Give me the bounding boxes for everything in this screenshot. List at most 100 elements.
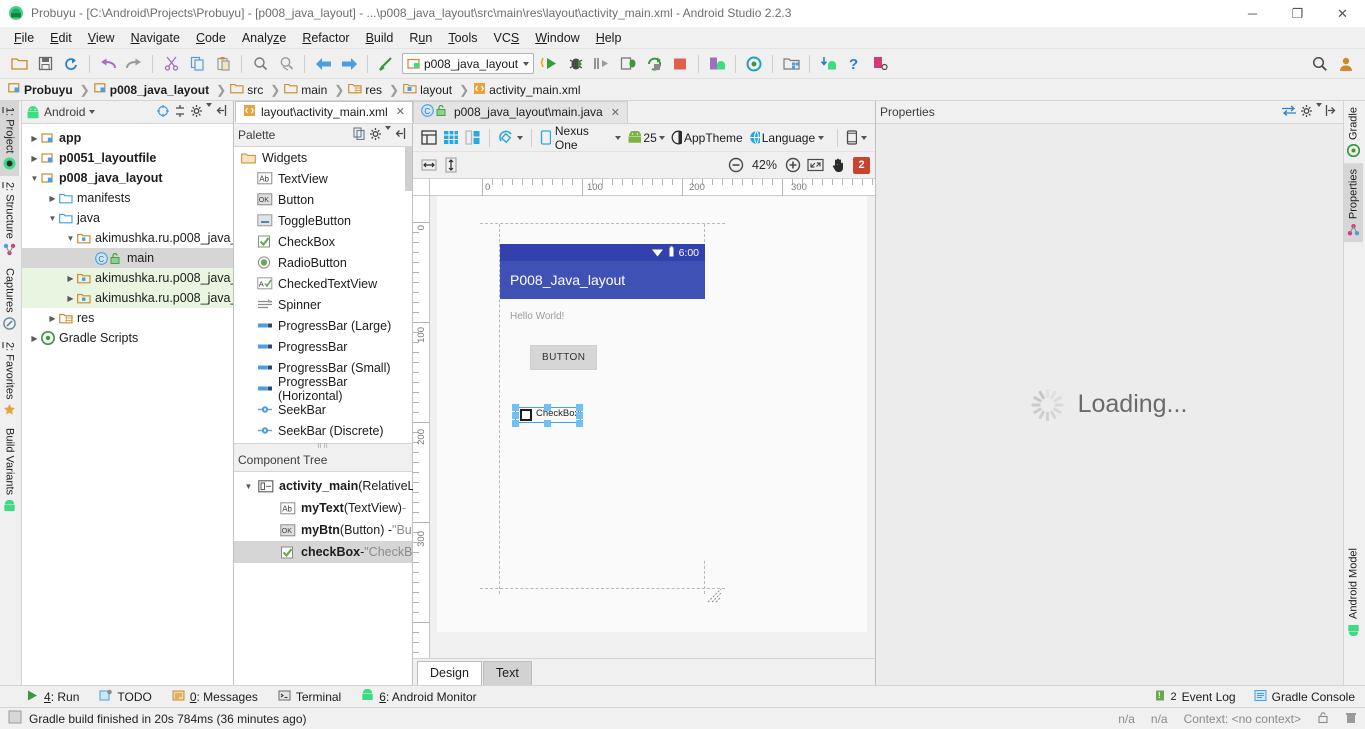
tool-tab-captures[interactable]: Captures: [0, 262, 19, 336]
menu-edit[interactable]: Edit: [42, 29, 80, 47]
chevron-right-icon[interactable]: ▶: [46, 194, 59, 203]
palette-scrollbar[interactable]: [405, 147, 412, 191]
breadcrumb-item-res[interactable]: res: [346, 83, 387, 97]
close-icon[interactable]: ✕: [611, 106, 620, 119]
palette-item-spinner[interactable]: Spinner: [234, 294, 412, 315]
tool-tab-android-model[interactable]: Android Model: [1344, 542, 1363, 642]
project-tree-node[interactable]: ▼ akimushka.ru.p008_java_: [22, 228, 233, 248]
chevron-down-icon[interactable]: [861, 135, 867, 140]
project-tree-node[interactable]: ▶ app: [22, 128, 233, 148]
editor-mode-tab-design[interactable]: Design: [417, 661, 482, 685]
maximize-button[interactable]: ❐: [1275, 0, 1320, 27]
attach-debugger-icon[interactable]: [616, 52, 640, 76]
chevron-right-icon[interactable]: ▶: [64, 274, 77, 283]
palette-group-widgets[interactable]: Widgets: [234, 147, 412, 168]
expand-vertical-icon[interactable]: [441, 155, 461, 175]
trash-icon[interactable]: [1345, 711, 1357, 727]
expand-horizontal-icon[interactable]: [419, 155, 439, 175]
copy-icon[interactable]: [185, 52, 209, 76]
chevron-right-icon[interactable]: ▶: [28, 134, 41, 143]
tool-tab-1--project[interactable]: 1: Project: [0, 101, 19, 177]
project-tree-node[interactable]: ▶ manifests: [22, 188, 233, 208]
menu-run[interactable]: Run: [401, 29, 440, 47]
project-structure-icon[interactable]: [779, 52, 803, 76]
sync-gradle-icon[interactable]: [742, 52, 766, 76]
breadcrumb-item-main[interactable]: main: [282, 83, 332, 97]
find-icon[interactable]: [248, 52, 272, 76]
tool-tab-2--favorites[interactable]: 2: Favorites: [0, 336, 19, 422]
menu-tools[interactable]: Tools: [440, 29, 485, 47]
menu-vcs[interactable]: VCS: [486, 29, 528, 47]
stop-icon[interactable]: [668, 52, 692, 76]
menu-window[interactable]: Window: [527, 29, 587, 47]
palette-item-togglebutton[interactable]: ToggleButton: [234, 210, 412, 231]
both-views-icon[interactable]: [463, 128, 483, 148]
component-tree-row[interactable]: checkBox - "CheckB: [234, 541, 412, 563]
paste-icon[interactable]: [211, 52, 235, 76]
blueprint-view-icon[interactable]: [441, 128, 461, 148]
palette-item-progressbar--large-[interactable]: ProgressBar (Large): [234, 315, 412, 336]
chevron-right-icon[interactable]: ▶: [64, 294, 77, 303]
design-canvas-area[interactable]: 0 100 200 300 0 100 200 300 6:00 P008_Ja…: [413, 179, 875, 658]
component-tree-list[interactable]: ▼ activity_main (RelativeLa Ab myText (Text…: [234, 472, 422, 563]
settings-gear-icon[interactable]: [369, 125, 391, 144]
resize-handle-w[interactable]: [512, 412, 519, 419]
design-canvas[interactable]: 6:00 P008_Java_layout Hello World! BUTTO…: [430, 196, 875, 658]
warnings-badge[interactable]: 2: [853, 156, 870, 174]
tool-window-gradle-console[interactable]: Gradle Console: [1254, 689, 1355, 705]
cut-icon[interactable]: [159, 52, 183, 76]
run-configuration-selector[interactable]: p008_java_layout: [402, 53, 535, 74]
tool-tab-2--structure[interactable]: 2: Structure: [0, 176, 19, 262]
open-folder-icon[interactable]: [7, 52, 31, 76]
menu-refactor[interactable]: Refactor: [294, 29, 357, 47]
project-tree-node[interactable]: ▶ Gradle Scripts: [22, 328, 233, 348]
design-view-icon[interactable]: [419, 128, 439, 148]
replace-icon[interactable]: [274, 52, 298, 76]
hello-world-textview[interactable]: Hello World!: [510, 311, 564, 322]
project-tree-node[interactable]: ▶ akimushka.ru.p008_java_: [22, 268, 233, 288]
zoom-fit-icon[interactable]: [805, 155, 826, 175]
tool-tab-build-variants[interactable]: Build Variants: [0, 422, 19, 518]
project-view-selector[interactable]: Android: [26, 105, 96, 119]
device-selector[interactable]: Nexus One: [538, 124, 624, 152]
back-icon[interactable]: [311, 52, 335, 76]
breadcrumb-item-activity-main-xml[interactable]: activity_main.xml: [471, 82, 585, 98]
target-icon[interactable]: [156, 104, 170, 121]
toggle-view-icon[interactable]: [1281, 104, 1297, 120]
redo-icon[interactable]: [122, 52, 146, 76]
menu-view[interactable]: View: [80, 29, 123, 47]
palette-item-seekbar--discrete-[interactable]: SeekBar (Discrete): [234, 420, 412, 441]
breadcrumb-item-src[interactable]: src: [228, 83, 268, 97]
component-tree-row[interactable]: OK myBtn (Button) - "Bu: [234, 519, 412, 541]
tool-tab-gradle[interactable]: Gradle: [1344, 101, 1363, 163]
chevron-right-icon[interactable]: ▶: [28, 154, 41, 163]
tool-window-terminal[interactable]: Terminal: [278, 689, 341, 705]
preview-button[interactable]: BUTTON: [530, 345, 598, 370]
chevron-down-icon[interactable]: [658, 135, 665, 140]
editor-tab-p008-java-layout-main-java[interactable]: Cp008_java_layout\main.java ✕: [412, 101, 628, 123]
chevron-down-icon[interactable]: [615, 135, 622, 140]
device-class-selector[interactable]: [844, 128, 869, 148]
lock-icon[interactable]: [1317, 711, 1329, 727]
run-step-icon[interactable]: [590, 52, 614, 76]
rerun-icon[interactable]: [642, 52, 666, 76]
settings-gear-icon[interactable]: [1300, 102, 1322, 121]
search-everywhere-icon[interactable]: [1308, 52, 1332, 76]
checkbox-selection-group[interactable]: CheckBox: [512, 403, 583, 427]
chevron-down-icon[interactable]: ▼: [64, 234, 77, 243]
chevron-down-icon[interactable]: [818, 135, 825, 140]
api-level-selector[interactable]: 25: [625, 128, 666, 148]
project-tree-node[interactable]: ▼ p008_java_layout: [22, 168, 233, 188]
resize-handle-ne[interactable]: [576, 404, 583, 411]
palette-list[interactable]: Widgets Ab TextView OK Button ToggleButton Ch…: [234, 147, 412, 443]
zoom-in-button[interactable]: [783, 155, 803, 175]
hide-panel-icon[interactable]: [394, 127, 406, 143]
theme-selector[interactable]: AppTheme: [669, 128, 745, 148]
palette-item-checkedtextview[interactable]: A CheckedTextView: [234, 273, 412, 294]
chevron-right-icon[interactable]: ▶: [28, 334, 41, 343]
canvas-resize-handle[interactable]: [707, 588, 722, 603]
device-monitor-icon[interactable]: [868, 52, 892, 76]
component-tree-row[interactable]: ▼ activity_main (RelativeLa: [234, 475, 422, 497]
sdk-manager-icon[interactable]: [816, 52, 840, 76]
chevron-right-icon[interactable]: ▶: [46, 314, 59, 323]
